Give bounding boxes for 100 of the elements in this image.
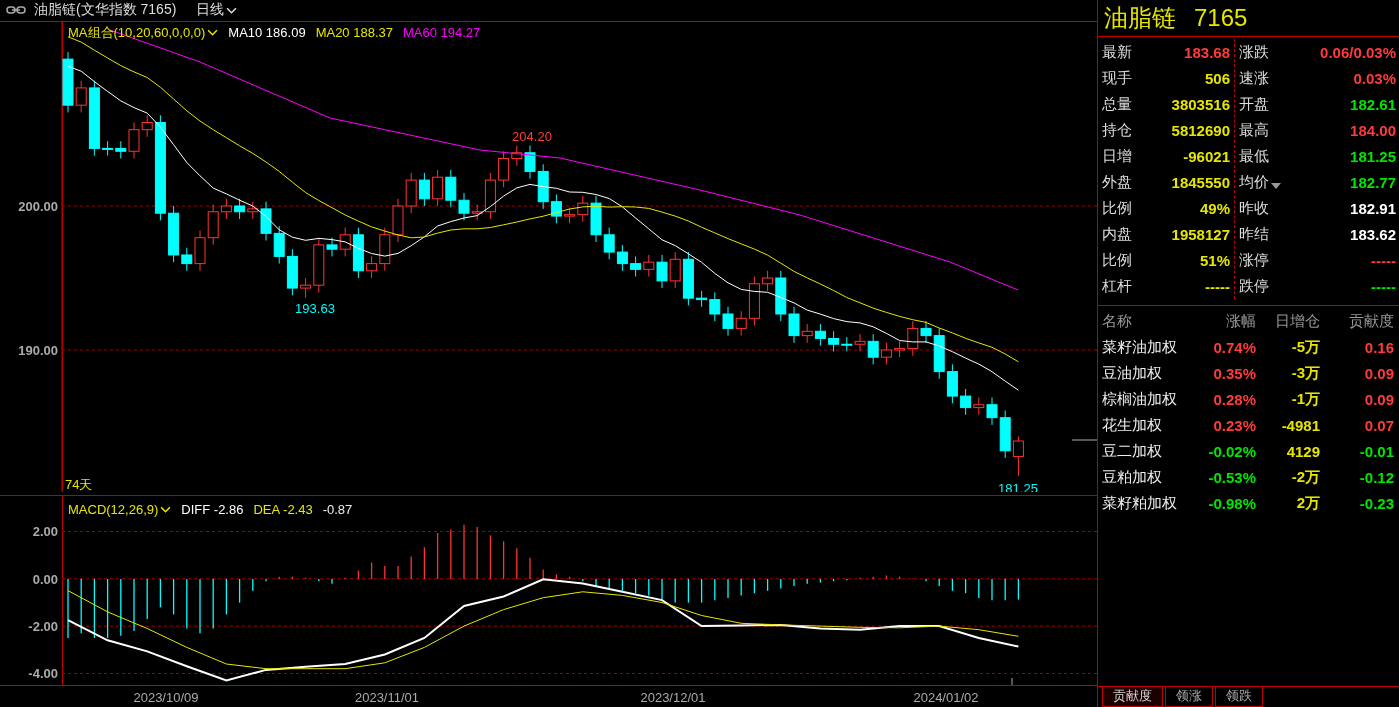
table-cell-text: 豆二加权 <box>1102 441 1163 461</box>
quote-value: 183.62 <box>1350 225 1396 243</box>
table-cell-text: 0.35% <box>1212 364 1256 382</box>
table-cell-text: 2万 <box>1295 493 1320 513</box>
dea-value: DEA -2.43 <box>253 501 313 517</box>
table-cell-text: -1万 <box>1290 389 1320 409</box>
quote-label: 涨跌 <box>1239 42 1269 62</box>
instrument-title: 油脂链(文华指数 7165) <box>34 1 177 20</box>
quote-value: 182.61 <box>1350 95 1396 113</box>
low-price-label: 193.63 <box>295 300 335 316</box>
axis-label: 0.00 <box>32 571 58 587</box>
quote-value: ----- <box>1371 277 1396 295</box>
table-cell-text: 4129 <box>1285 442 1320 460</box>
tab[interactable]: 贡献度 <box>1102 687 1163 707</box>
quote-label: 开盘 <box>1239 94 1269 114</box>
quote-label: 杠杆 <box>1102 276 1132 296</box>
quote-value: 182.77 <box>1350 173 1396 191</box>
quote-label: 比例 <box>1102 250 1132 270</box>
diff-value: DIFF -2.86 <box>181 501 244 517</box>
axis-label: -2.00 <box>28 619 58 635</box>
instrument-code: 7165 <box>1194 4 1248 32</box>
quote-value: 0.06/0.03% <box>1320 43 1396 61</box>
axis-label: -4.00 <box>28 666 58 682</box>
quote-label: 昨结 <box>1239 224 1269 244</box>
table-cell-text: -4981 <box>1280 416 1320 434</box>
quote-value: 49% <box>1199 199 1230 217</box>
quote-value: 183.68 <box>1184 43 1230 61</box>
table-cell-text: 0.74% <box>1212 338 1256 356</box>
table-cell-text: -0.12 <box>1358 468 1394 486</box>
quote-label: 比例 <box>1102 198 1132 218</box>
quote-value: 184.00 <box>1350 121 1396 139</box>
quote-label: 涨停 <box>1239 250 1269 270</box>
quote-value: 181.25 <box>1350 147 1396 165</box>
date-label: 2024/01/02 <box>913 690 979 706</box>
quote-label: 内盘 <box>1102 224 1132 244</box>
column-header: 涨幅 <box>1225 311 1256 331</box>
instrument-name: 油脂链 <box>1104 3 1176 33</box>
quote-label: 持仓 <box>1102 120 1132 140</box>
quote-label: 现手 <box>1102 68 1132 88</box>
quote-value: 1845550 <box>1171 173 1230 191</box>
table-cell-text: -2万 <box>1290 467 1320 487</box>
table-cell-text: -0.53% <box>1207 468 1256 486</box>
date-label: 2023/10/09 <box>133 690 199 706</box>
column-header: 名称 <box>1102 311 1133 331</box>
table-cell-text: 菜籽粕加权 <box>1102 493 1178 513</box>
table-cell-text: 菜籽油加权 <box>1102 337 1178 357</box>
quote-label: 总量 <box>1102 94 1132 114</box>
column-header: 贡献度 <box>1348 311 1394 331</box>
quote-label: 最高 <box>1239 120 1269 140</box>
quote-label: 昨收 <box>1239 198 1269 218</box>
tab[interactable]: 领跌 <box>1215 687 1263 707</box>
table-cell-text: -0.23 <box>1358 494 1394 512</box>
table-cell-text: 豆油加权 <box>1102 363 1163 383</box>
table-cell-text: 0.28% <box>1212 390 1256 408</box>
quote-value: 3803516 <box>1171 95 1230 113</box>
table-cell-text: -0.98% <box>1207 494 1256 512</box>
quote-value: ----- <box>1371 251 1396 269</box>
macd-selector[interactable]: MACD(12,26,9) <box>68 501 172 517</box>
quote-label: 外盘 <box>1102 172 1132 192</box>
quote-value: 5812690 <box>1171 121 1230 139</box>
quote-label: 最低 <box>1239 146 1269 166</box>
table-cell-text: 花生加权 <box>1102 415 1163 435</box>
quote-value: 506 <box>1204 69 1230 87</box>
period-selector[interactable]: 日线 <box>196 1 238 20</box>
quote-label: 最新 <box>1102 42 1132 62</box>
quote-value: 0.03% <box>1353 69 1396 87</box>
axis-label: 200.00 <box>18 198 58 214</box>
day-count: 74天 <box>65 476 93 492</box>
table-cell-text: 0.07 <box>1363 416 1394 434</box>
high-price-label: 204.20 <box>512 128 552 144</box>
table-cell-text: 0.09 <box>1363 390 1394 408</box>
table-cell-text: 0.16 <box>1363 338 1394 356</box>
tab[interactable]: 领涨 <box>1165 687 1213 707</box>
quote-value: 1958127 <box>1171 225 1230 243</box>
table-cell-text: 棕榈油加权 <box>1102 389 1178 409</box>
table-cell-text: -0.02% <box>1207 442 1256 460</box>
quote-label: 日增 <box>1102 146 1132 166</box>
column-header: 日增仓 <box>1274 311 1320 331</box>
table-cell-text: 0.09 <box>1363 364 1394 382</box>
table-cell-text: 豆粕加权 <box>1102 467 1163 487</box>
axis-label: 2.00 <box>32 524 58 540</box>
quote-label: 跌停 <box>1239 276 1269 296</box>
quote-value: -96021 <box>1183 147 1230 165</box>
quote-label: 速涨 <box>1239 68 1269 88</box>
quote-value: 51% <box>1199 251 1230 269</box>
dropdown-label[interactable]: 均价 <box>1239 172 1281 192</box>
date-label: 2023/12/01 <box>640 690 706 706</box>
macd-value: -0.87 <box>322 501 353 517</box>
ma-value: MA20 188.37 <box>315 25 393 41</box>
quote-value: ----- <box>1205 277 1230 295</box>
date-label: 2023/11/01 <box>354 690 420 706</box>
ma-selector[interactable]: MA组合(10,20,60,0,0,0) <box>68 23 219 42</box>
axis-label: 190.00 <box>18 342 58 358</box>
quote-value: 182.91 <box>1350 199 1396 217</box>
table-cell-text: 0.23% <box>1212 416 1256 434</box>
table-cell-text: -0.01 <box>1358 442 1394 460</box>
table-cell-text: -5万 <box>1290 337 1320 357</box>
ma-value: MA10 186.09 <box>228 25 306 41</box>
table-cell-text: -3万 <box>1290 363 1320 383</box>
ma-value: MA60 194.27 <box>403 25 481 41</box>
